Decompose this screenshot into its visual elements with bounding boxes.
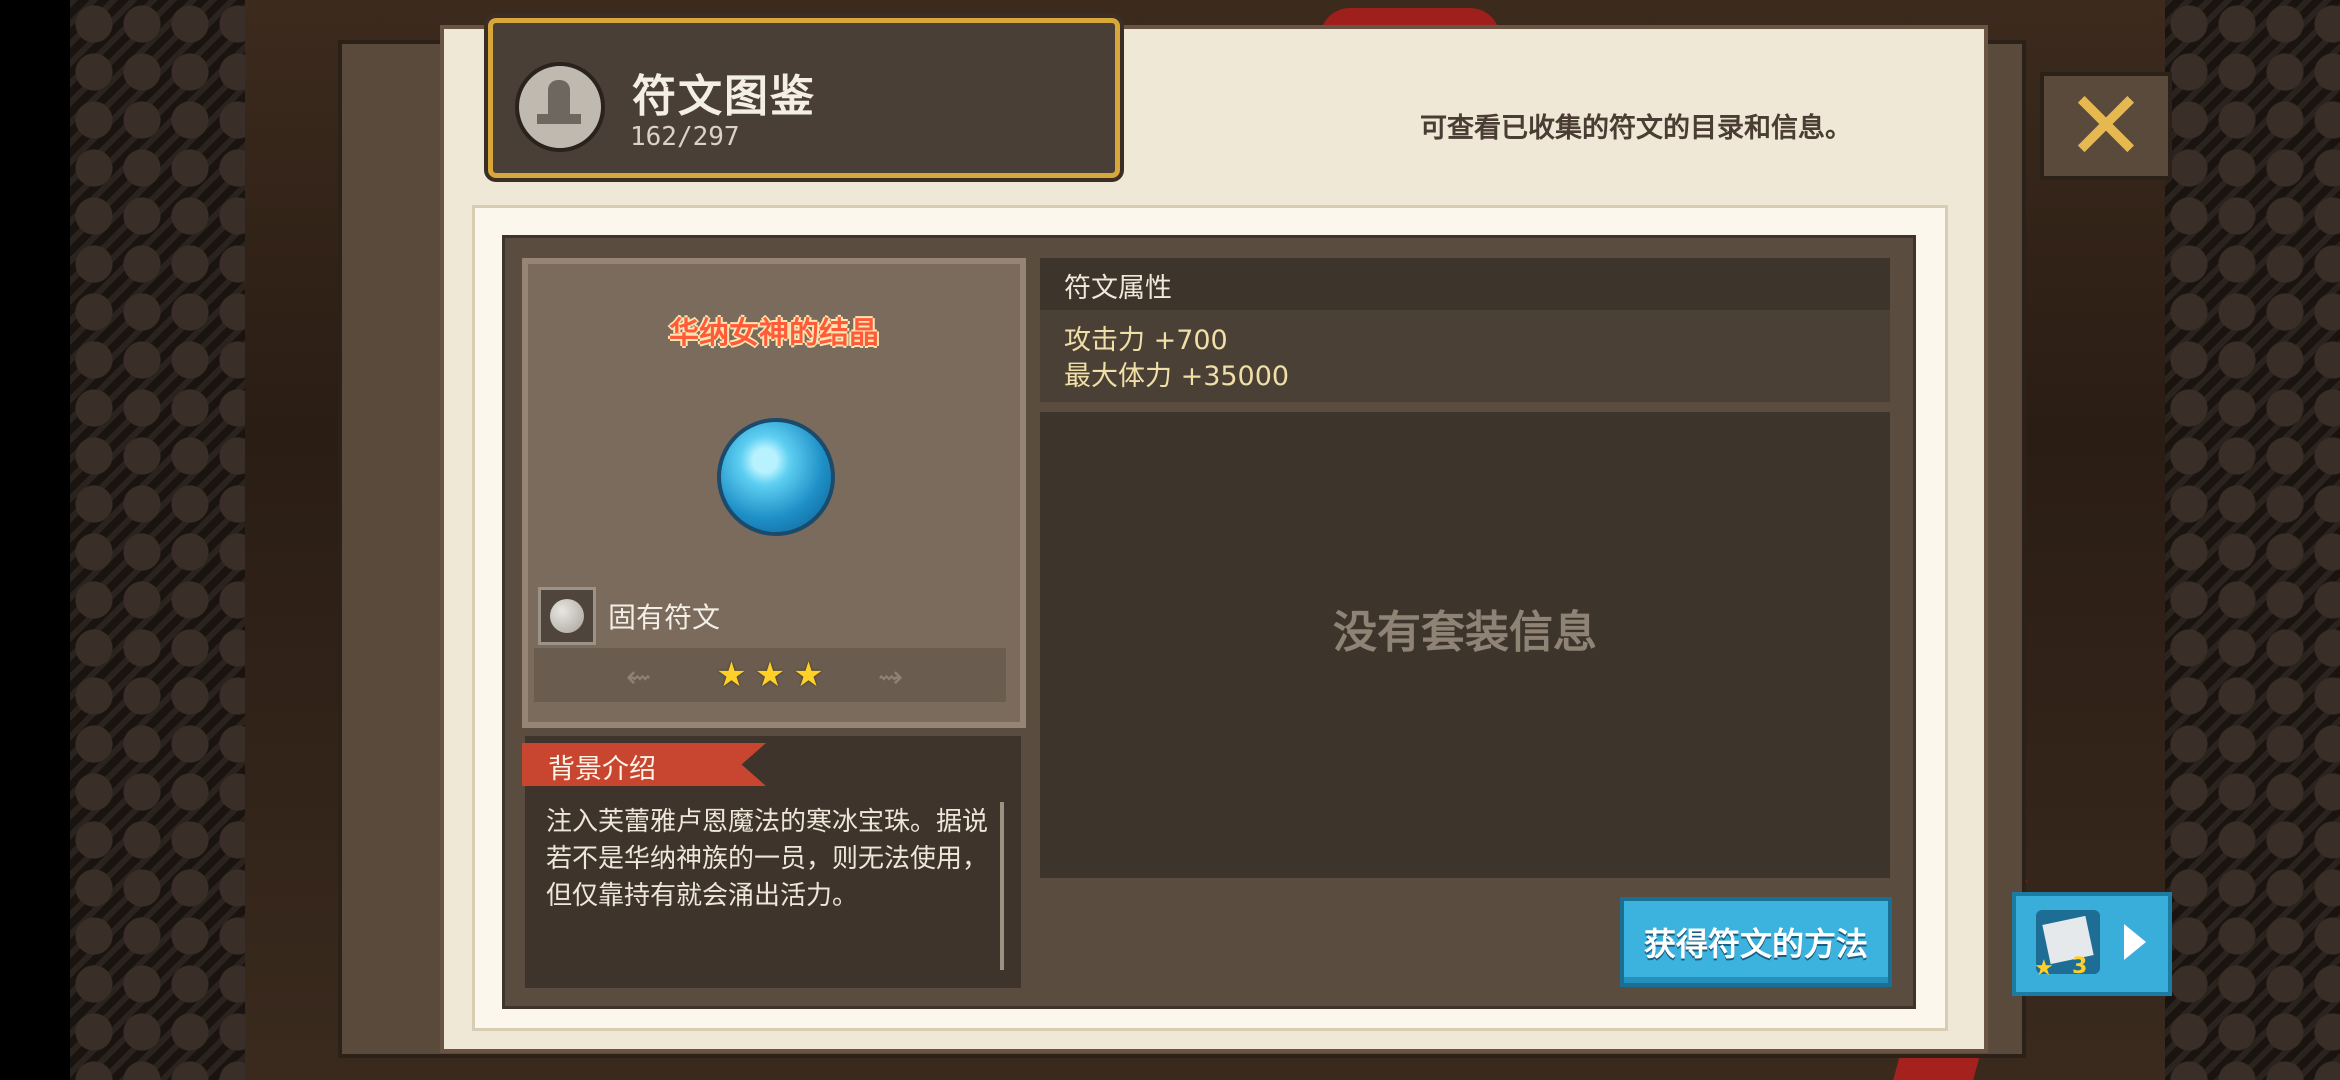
rune-type-label: 固有符文 — [608, 601, 721, 634]
collection-count: 162/297 — [630, 122, 740, 152]
set-info-empty-text: 没有套装信息 — [1333, 607, 1597, 658]
story-scrollbar[interactable] — [1000, 802, 1004, 970]
star-rating: ★ ★ ★ — [534, 648, 1006, 702]
how-to-get-rune-label: 获得符文的方法 — [1643, 925, 1868, 963]
rune-collection-icon — [515, 62, 605, 152]
left-black-bar — [0, 0, 70, 1080]
attribute-header-label: 符文属性 — [1064, 273, 1172, 304]
star-icon: ★ — [754, 655, 786, 695]
close-icon: ✕ — [2065, 70, 2147, 182]
attribute-header: 符文属性 — [1040, 258, 1890, 310]
prev-grade-arrow-icon[interactable]: ⇜ — [626, 660, 651, 695]
ice-orb-icon — [717, 418, 835, 536]
story-tag-label: 背景介绍 — [548, 754, 656, 785]
rune-scroll-button[interactable]: ★ 3 — [2012, 892, 2172, 996]
set-info-panel: 没有套装信息 — [1040, 412, 1890, 878]
star-icon: ★ — [793, 655, 824, 695]
story-text: 注入芙蕾雅卢恩魔法的寒冰宝珠。据说若不是华纳神族的一员，则无法使用，但仅靠持有就… — [546, 807, 989, 911]
stone-icon — [538, 587, 596, 645]
attribute-list: 攻击力 +700 最大体力 +35000 — [1040, 310, 1890, 402]
scroll-badge-count: 3 — [2072, 954, 2088, 979]
badge-star-icon: ★ — [2034, 956, 2054, 981]
play-arrow-icon — [2124, 924, 2146, 960]
page-title: 符文图鉴 — [632, 71, 816, 122]
attribute-attack: 攻击力 +700 — [1064, 325, 1228, 356]
attribute-max-hp: 最大体力 +35000 — [1064, 361, 1290, 392]
close-button[interactable]: ✕ — [2040, 72, 2172, 180]
how-to-get-rune-button[interactable]: 获得符文的方法 — [1620, 897, 1892, 987]
page-subtitle: 可查看已收集的符文的目录和信息。 — [1420, 113, 1852, 144]
right-lace-border — [2165, 0, 2340, 1080]
next-grade-arrow-icon[interactable]: ⇝ — [878, 660, 903, 695]
left-lace-border — [70, 0, 245, 1080]
rune-name: 华纳女神的结晶 — [669, 316, 879, 351]
star-icon: ★ — [716, 655, 747, 695]
